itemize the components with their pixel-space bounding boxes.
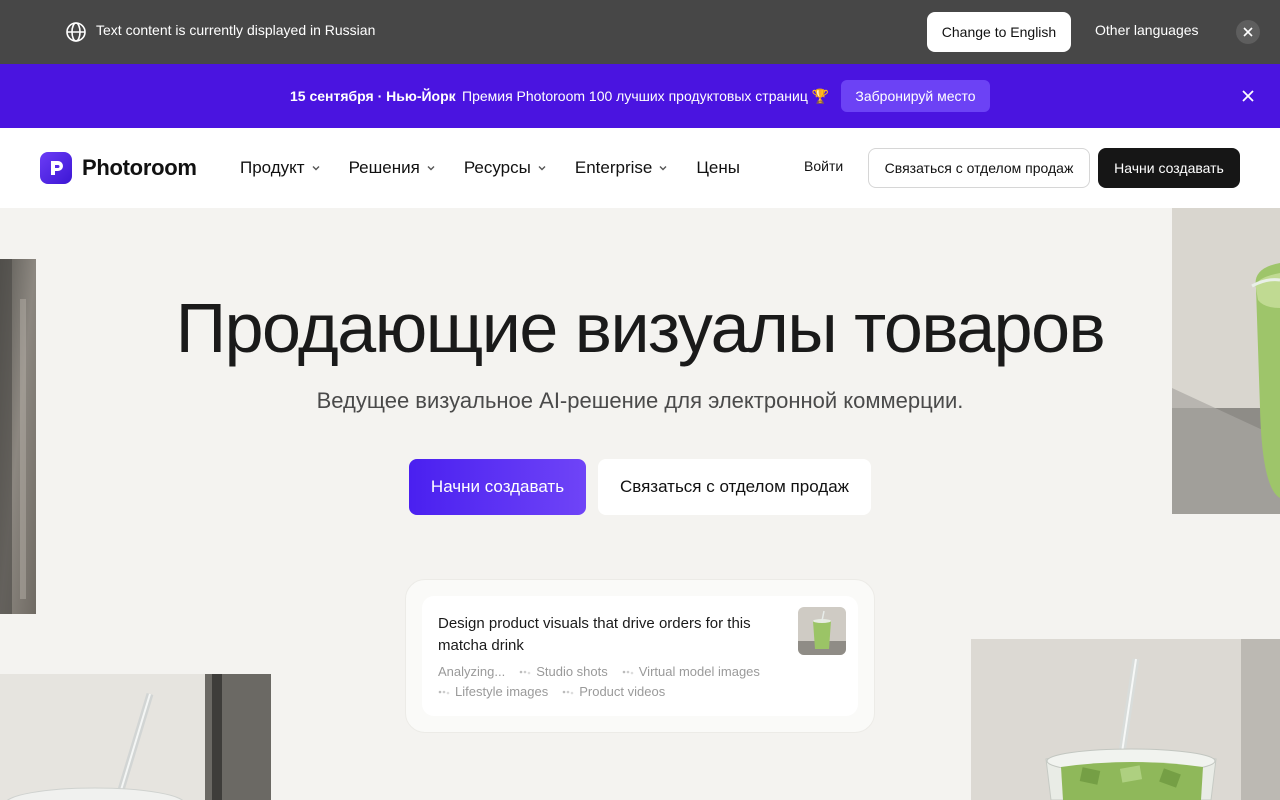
login-link[interactable]: Войти bbox=[804, 158, 843, 174]
promo-banner: 15 сентября · Нью-Йорк Премия Photoroom … bbox=[0, 64, 1280, 128]
loading-dots-icon bbox=[562, 690, 574, 694]
main-nav: Продукт Решения Ресурсы Enterprise Цены bbox=[240, 156, 768, 180]
hero-start-creating-button[interactable]: Начни создавать bbox=[409, 459, 586, 515]
product-photo-right-bottom bbox=[971, 639, 1280, 800]
status-chips-row: Lifestyle images Product videos bbox=[438, 684, 679, 699]
status-chip: Product videos bbox=[562, 684, 665, 699]
photoroom-logo-icon bbox=[40, 152, 72, 184]
nav-label: Продукт bbox=[240, 158, 305, 177]
change-to-english-button[interactable]: Change to English bbox=[927, 12, 1071, 52]
promo-date: 15 сентября · Нью-Йорк bbox=[290, 88, 456, 104]
hero-contact-sales-button[interactable]: Связаться с отделом продаж bbox=[598, 459, 871, 515]
language-bar: Text content is currently displayed in R… bbox=[0, 0, 1280, 64]
start-creating-button[interactable]: Начни создавать bbox=[1098, 148, 1240, 188]
hero-subtitle: Ведущее визуальное AI-решение для электр… bbox=[316, 388, 964, 413]
loading-dots-icon bbox=[438, 690, 450, 694]
chevron-down-icon bbox=[312, 166, 320, 171]
contact-sales-button[interactable]: Связаться с отделом продаж bbox=[868, 148, 1090, 188]
chevron-down-icon bbox=[427, 166, 435, 171]
hero-title: Продающие визуалы товаров bbox=[175, 289, 1106, 367]
product-photo-left-bottom bbox=[0, 674, 271, 800]
nav-item-product[interactable]: Продукт bbox=[240, 156, 321, 180]
book-place-button[interactable]: Забронируй место bbox=[841, 80, 990, 112]
close-icon[interactable] bbox=[1238, 86, 1258, 106]
other-languages-link[interactable]: Other languages bbox=[1095, 22, 1199, 38]
product-thumbnail bbox=[798, 607, 846, 655]
site-header: Photoroom Продукт Решения Ресурсы Enterp… bbox=[0, 128, 1280, 208]
status-chip: Studio shots bbox=[519, 664, 608, 679]
promo-text: Премия Photoroom 100 лучших продуктовых … bbox=[462, 88, 830, 104]
nav-label: Ресурсы bbox=[463, 158, 531, 177]
nav-label: Решения bbox=[348, 158, 420, 177]
chevron-down-icon bbox=[659, 166, 667, 171]
close-icon[interactable] bbox=[1236, 20, 1260, 44]
logo[interactable]: Photoroom bbox=[40, 152, 197, 184]
prompt-card: Design product visuals that drive orders… bbox=[422, 596, 858, 716]
nav-label: Цены bbox=[696, 158, 740, 177]
status-chip: Virtual model images bbox=[622, 664, 760, 679]
nav-item-enterprise[interactable]: Enterprise bbox=[575, 156, 668, 180]
nav-item-pricing[interactable]: Цены bbox=[696, 156, 740, 180]
logo-text: Photoroom bbox=[82, 155, 197, 180]
loading-dots-icon bbox=[519, 670, 531, 674]
status-chip: Lifestyle images bbox=[438, 684, 548, 699]
status-chip: Analyzing... bbox=[438, 664, 506, 679]
status-chips-row: Analyzing... Studio shots Virtual model … bbox=[438, 664, 774, 679]
nav-item-solutions[interactable]: Решения bbox=[349, 156, 436, 180]
chevron-down-icon bbox=[538, 166, 546, 171]
globe-icon bbox=[64, 20, 88, 44]
nav-item-resources[interactable]: Ресурсы bbox=[464, 156, 547, 180]
loading-dots-icon bbox=[622, 670, 634, 674]
nav-label: Enterprise bbox=[574, 158, 653, 177]
language-message: Text content is currently displayed in R… bbox=[96, 22, 376, 38]
prompt-text: Design product visuals that drive orders… bbox=[438, 615, 751, 654]
